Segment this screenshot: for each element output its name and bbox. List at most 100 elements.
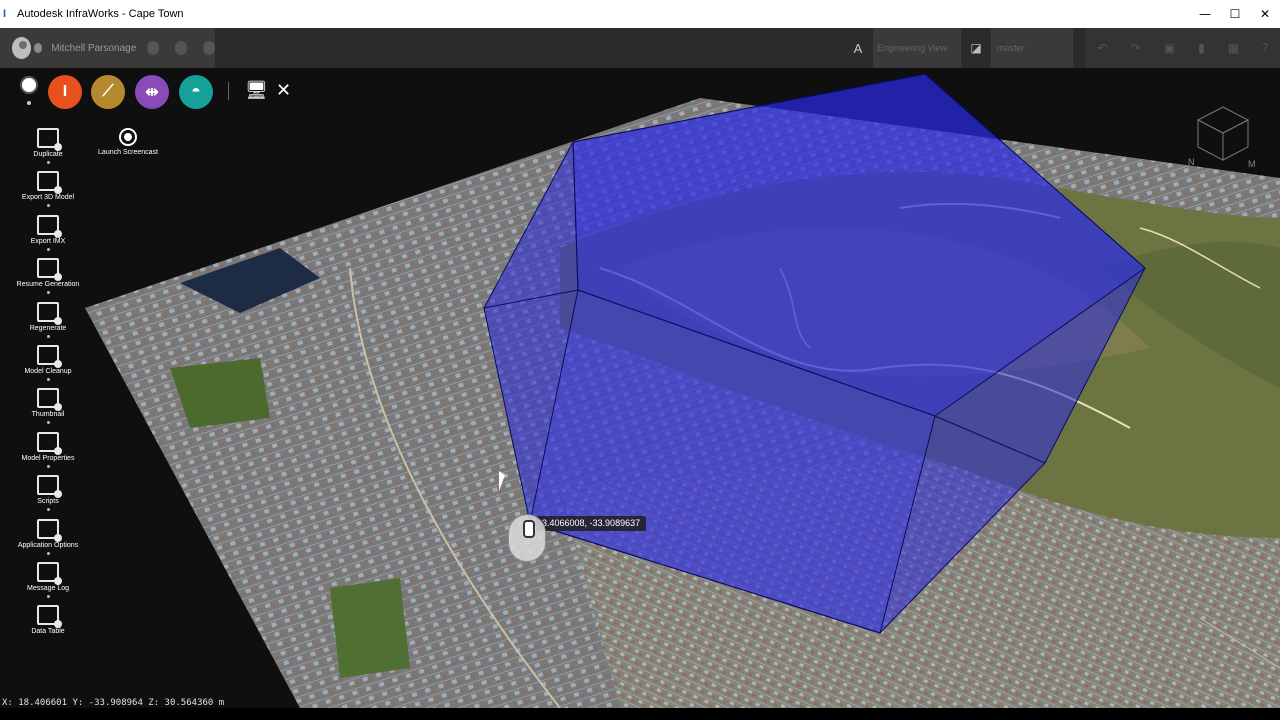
sidebar-item-scripts[interactable]: Scripts bbox=[8, 475, 88, 512]
branch-name-dropdown[interactable]: master bbox=[991, 28, 1073, 68]
sidebar-item-label: Resume Generation bbox=[16, 281, 80, 289]
layout-icon[interactable]: ▦ bbox=[1228, 41, 1239, 55]
gear-icon bbox=[37, 518, 62, 542]
separator-dot bbox=[46, 247, 50, 251]
sync-icon[interactable] bbox=[147, 41, 160, 55]
avatar[interactable] bbox=[12, 37, 31, 59]
window-titlebar: I Autodesk InfraWorks - Cape Town — ☐ ✕ bbox=[0, 0, 1280, 28]
record-icon bbox=[119, 128, 137, 146]
save-icon[interactable]: ▣ bbox=[1164, 41, 1175, 55]
sidebar-item-model-properties[interactable]: Model Properties bbox=[8, 431, 88, 468]
export-imx-icon bbox=[37, 214, 62, 238]
flag-icon bbox=[37, 562, 62, 585]
home-indicator bbox=[27, 101, 31, 105]
build-icon: I bbox=[62, 83, 68, 100]
sidebar-item-label: Application Options bbox=[17, 541, 79, 549]
tools-icon: ✕ bbox=[276, 80, 292, 101]
separator-dot bbox=[46, 334, 50, 338]
sidebar-item-resume-generation[interactable]: Resume Generation bbox=[8, 258, 88, 295]
maximize-button[interactable]: ☐ bbox=[1220, 7, 1250, 21]
close-button[interactable]: ✕ bbox=[1250, 7, 1280, 21]
regenerate-icon bbox=[37, 301, 62, 325]
viewcube[interactable]: N M bbox=[1188, 105, 1258, 175]
sidebar-item-label: Model Cleanup bbox=[24, 368, 72, 375]
launch-screencast-button[interactable]: Launch Screencast bbox=[88, 128, 168, 156]
settings-utilities-button[interactable]: ✕ bbox=[276, 80, 291, 101]
viewcube-label-m: M bbox=[1248, 159, 1256, 169]
monitor-icon: 🖥 bbox=[245, 80, 268, 101]
sidebar-item-duplicate[interactable]: Duplicate bbox=[8, 128, 88, 164]
sidebar-item-regenerate[interactable]: Regenerate bbox=[8, 301, 88, 338]
drainage-icon: ◓ bbox=[191, 83, 201, 100]
status-coordinates: X: 18.406601 Y: -33.908964 Z: 30.564360 … bbox=[2, 698, 225, 708]
sidebar-item-thumbnail[interactable]: Thumbnail bbox=[8, 388, 88, 425]
sidebar-item-application-options[interactable]: Application Options bbox=[8, 518, 88, 555]
bridges-button[interactable]: ⇹ bbox=[135, 75, 169, 109]
sidebar-item-label: Data Table bbox=[31, 628, 65, 636]
sidebar-item-label: Thumbnail bbox=[31, 411, 65, 419]
app-icon: I bbox=[3, 8, 7, 20]
present-button[interactable]: 🖥 bbox=[245, 80, 268, 101]
view-block: A Engineering View ◪ master bbox=[843, 28, 1083, 68]
user-menu-icon[interactable] bbox=[33, 43, 43, 53]
resume-generation-icon bbox=[37, 258, 62, 282]
sidebar-item-message-log[interactable]: Message Log bbox=[8, 562, 88, 598]
coordinate-tooltip: 3.4066008, -33.9089637 bbox=[536, 516, 647, 531]
drainage-button[interactable]: ◓ bbox=[179, 75, 213, 109]
3d-viewport[interactable] bbox=[0, 68, 1280, 708]
scripts-icon bbox=[37, 475, 62, 499]
undo-icon[interactable]: ↶ bbox=[1098, 41, 1108, 55]
minimize-button[interactable]: — bbox=[1190, 7, 1220, 21]
build-manage-analyze-button[interactable]: I bbox=[48, 75, 82, 109]
separator-dot bbox=[46, 464, 50, 468]
redo-icon[interactable]: ↷ bbox=[1131, 41, 1141, 55]
user-name[interactable]: Mitchell Parsonage bbox=[51, 43, 136, 54]
sidebar-item-label: Export IMX bbox=[30, 237, 66, 245]
view-name-dropdown[interactable]: Engineering View bbox=[873, 28, 961, 68]
bridge-icon: ⇹ bbox=[145, 84, 159, 101]
separator-dot bbox=[46, 204, 50, 208]
help-icon[interactable]: ? bbox=[1262, 41, 1268, 55]
view-style-icon[interactable]: A bbox=[843, 41, 873, 56]
separator-dot bbox=[46, 421, 50, 425]
sidebar-item-label: Export 3D Model bbox=[21, 194, 75, 202]
separator-dot bbox=[46, 551, 50, 555]
separator-dot bbox=[46, 508, 50, 512]
separator-dot bbox=[46, 161, 50, 164]
viewcube-north: N bbox=[1188, 157, 1195, 167]
separator-dot bbox=[46, 378, 50, 381]
sidebar-item-label: Duplicate bbox=[33, 151, 63, 158]
bottom-edge bbox=[0, 708, 1280, 720]
bookmark-icon[interactable]: ▮ bbox=[1198, 41, 1205, 55]
model-cleanup-icon bbox=[37, 345, 62, 368]
branch-icon[interactable]: ◪ bbox=[961, 28, 991, 68]
collaborate-icon[interactable] bbox=[203, 41, 216, 55]
sidebar-item-label: Scripts bbox=[37, 498, 59, 506]
ribbon-separator bbox=[228, 82, 229, 100]
sidebar-item-export-imx[interactable]: Export IMX bbox=[8, 214, 88, 251]
mouse-cursor bbox=[499, 471, 505, 491]
quick-access-icons: ↶ ↷ ▣ ▮ ▦ ? bbox=[1086, 28, 1280, 68]
sidebar-item-model-cleanup[interactable]: Model Cleanup bbox=[8, 345, 88, 381]
roads-button[interactable]: ⟋ bbox=[91, 75, 125, 109]
top-bar: Mitchell Parsonage A Engineering View ◪ … bbox=[0, 28, 1280, 68]
sidebar-item-data-table[interactable]: Data Table bbox=[8, 605, 88, 635]
sidebar-item-label: Regenerate bbox=[29, 324, 67, 332]
scene-render bbox=[0, 68, 1280, 708]
refresh-icon[interactable] bbox=[175, 41, 188, 55]
sidebar-item-label: Message Log bbox=[26, 585, 70, 592]
export-3d-icon bbox=[37, 171, 62, 195]
mouse-hint-icon bbox=[508, 514, 546, 562]
sidebar-item-export-3d-model[interactable]: Export 3D Model bbox=[8, 171, 88, 208]
thumbnail-icon bbox=[37, 388, 62, 412]
sidebar-item-label: Model Properties bbox=[21, 454, 75, 462]
table-icon bbox=[37, 605, 62, 629]
road-icon: ⟋ bbox=[102, 83, 114, 100]
separator-dot bbox=[46, 595, 50, 598]
window-title: Autodesk InfraWorks - Cape Town bbox=[17, 8, 184, 20]
separator-dot bbox=[46, 291, 50, 295]
home-icon[interactable] bbox=[20, 76, 38, 94]
launch-screencast-label: Launch Screencast bbox=[98, 149, 158, 156]
duplicate-icon bbox=[37, 128, 62, 151]
user-block: Mitchell Parsonage bbox=[0, 28, 216, 68]
